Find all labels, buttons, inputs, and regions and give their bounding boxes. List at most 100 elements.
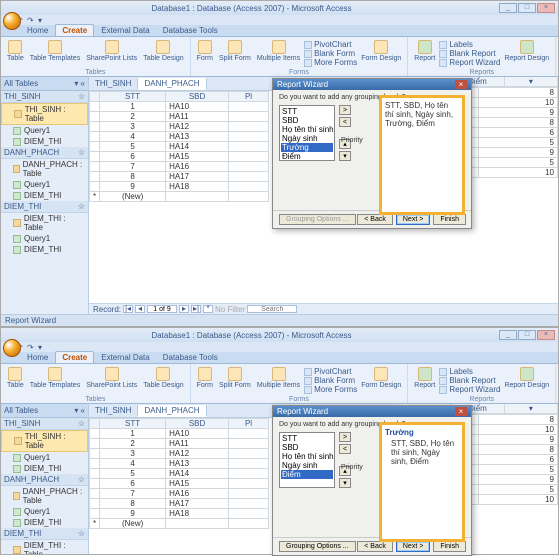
ribbon-blank-report[interactable]: Blank Report xyxy=(439,49,500,58)
nav-first-icon[interactable]: |◂ xyxy=(123,305,133,313)
ribbon-report-design[interactable]: Report Design xyxy=(502,39,551,68)
close-button[interactable]: × xyxy=(537,3,555,13)
ribbon-form-design[interactable]: Form Design xyxy=(359,39,403,68)
ribbon-split-form[interactable]: Split Form xyxy=(217,366,253,395)
ribbon-table[interactable]: Table xyxy=(5,39,26,68)
ribbon-report-wizard[interactable]: Report Wizard xyxy=(439,58,500,67)
ribbon-blank-report[interactable]: Blank Report xyxy=(439,376,500,385)
nav-item[interactable]: DANH_PHACH : Table xyxy=(1,486,88,506)
ribbon-split-form[interactable]: Split Form xyxy=(217,39,253,68)
ribbon-multiple-items[interactable]: Multiple Items xyxy=(255,39,302,68)
object-tab-thi-sinh[interactable]: THI_SINH xyxy=(89,78,138,89)
tab-create[interactable]: Create xyxy=(55,24,94,36)
tab-database-tools[interactable]: Database Tools xyxy=(157,352,224,363)
nav-prev-icon[interactable]: ◂ xyxy=(135,305,145,313)
nav-item-thi-sinh-table[interactable]: THI_SINH : Table xyxy=(1,103,88,125)
nav-item-diem-thi-table[interactable]: DIEM_THI : Table xyxy=(1,213,88,233)
nav-item[interactable]: Query1 xyxy=(1,452,88,463)
tab-create[interactable]: Create xyxy=(55,351,94,363)
qat-redo-icon[interactable]: ↷ xyxy=(27,343,35,351)
ribbon-form[interactable]: Form xyxy=(195,366,215,395)
minimize-button[interactable]: _ xyxy=(499,330,517,340)
nav-header[interactable]: All Tables▾ « xyxy=(1,77,88,91)
ribbon-labels[interactable]: Labels xyxy=(439,367,500,376)
ribbon-table[interactable]: Table xyxy=(5,366,26,395)
tab-external-data[interactable]: External Data xyxy=(95,352,155,363)
ribbon-more-forms[interactable]: More Forms xyxy=(304,385,357,394)
wizard-close-icon[interactable]: × xyxy=(455,407,467,416)
ribbon-report[interactable]: Report xyxy=(412,39,437,68)
wizard-field-list[interactable]: STTSBDHọ tên thí sinhNgày sinhTrườngĐiểm xyxy=(279,105,335,161)
maximize-button[interactable]: □ xyxy=(518,3,536,13)
ribbon-pivotchart[interactable]: PivotChart xyxy=(304,40,357,49)
nav-group-danh-phach[interactable]: DANH_PHACH☆ xyxy=(1,474,88,486)
nav-item-query1-3[interactable]: Query1 xyxy=(1,233,88,244)
chevron-down-icon[interactable]: ▾ « xyxy=(74,79,85,88)
nav-item-query1-2[interactable]: Query1 xyxy=(1,179,88,190)
maximize-button[interactable]: □ xyxy=(518,330,536,340)
ribbon-sharepoint[interactable]: SharePoint Lists xyxy=(84,39,139,68)
record-counter[interactable] xyxy=(147,305,177,313)
wizard-remove-button[interactable]: < xyxy=(339,444,351,454)
grouping-options-button[interactable]: Grouping Options ... xyxy=(279,541,356,552)
tab-database-tools[interactable]: Database Tools xyxy=(157,25,224,36)
ribbon-table-templates[interactable]: Table Templates xyxy=(28,366,82,395)
wizard-add-button[interactable]: > xyxy=(339,432,351,442)
nav-item-query1[interactable]: Query1 xyxy=(1,125,88,136)
nav-item-danh-phach-table[interactable]: DANH_PHACH : Table xyxy=(1,159,88,179)
ribbon-labels[interactable]: Labels xyxy=(439,40,500,49)
wizard-priority-down[interactable]: ▾ xyxy=(339,478,351,488)
close-button[interactable]: × xyxy=(537,330,555,340)
tab-external-data[interactable]: External Data xyxy=(95,25,155,36)
nav-item[interactable]: DIEM_THI : Table xyxy=(1,540,88,554)
ribbon-pivotchart[interactable]: PivotChart xyxy=(304,367,357,376)
wizard-next-button[interactable]: Next > xyxy=(396,214,430,225)
ribbon-table-design[interactable]: Table Design xyxy=(141,366,185,395)
ribbon-form[interactable]: Form xyxy=(195,39,215,68)
tab-home[interactable]: Home xyxy=(21,25,54,36)
wizard-next-button[interactable]: Next > xyxy=(396,541,430,552)
nav-group-thi-sinh[interactable]: THI_SINH☆ xyxy=(1,418,88,430)
wizard-priority-down[interactable]: ▾ xyxy=(339,151,351,161)
wizard-remove-button[interactable]: < xyxy=(339,117,351,127)
nav-new-icon[interactable]: * xyxy=(203,305,213,313)
nav-item-diem-thi-q2[interactable]: DIEM_THI xyxy=(1,190,88,201)
minimize-button[interactable]: _ xyxy=(499,3,517,13)
nav-group-diem-thi[interactable]: DIEM_THI☆ xyxy=(1,528,88,540)
search-input[interactable] xyxy=(247,305,297,313)
object-tab-danh-phach[interactable]: DANH_PHACH xyxy=(138,405,206,417)
ribbon-blank-form[interactable]: Blank Form xyxy=(304,49,357,58)
nav-item[interactable]: THI_SINH : Table xyxy=(1,430,88,452)
qat-redo-icon[interactable]: ↷ xyxy=(27,16,35,24)
nav-item[interactable]: DIEM_THI xyxy=(1,463,88,474)
wizard-finish-button[interactable]: Finish xyxy=(433,541,466,552)
nav-next-icon[interactable]: ▸ xyxy=(179,305,189,313)
nav-group-danh-phach[interactable]: DANH_PHACH☆ xyxy=(1,147,88,159)
qat-more-icon[interactable]: ▾ xyxy=(38,343,46,351)
ribbon-report[interactable]: Report xyxy=(412,366,437,395)
wizard-finish-button[interactable]: Finish xyxy=(433,214,466,225)
ribbon-form-design[interactable]: Form Design xyxy=(359,366,403,395)
ribbon-report-wizard[interactable]: Report Wizard xyxy=(439,385,500,394)
ribbon-report-design[interactable]: Report Design xyxy=(502,366,551,395)
ribbon-table-design[interactable]: Table Design xyxy=(141,39,185,68)
office-orb-button[interactable] xyxy=(3,339,21,357)
ribbon-multiple-items[interactable]: Multiple Items xyxy=(255,366,302,395)
wizard-back-button[interactable]: < Back xyxy=(357,541,393,552)
tab-home[interactable]: Home xyxy=(21,352,54,363)
ribbon-blank-form[interactable]: Blank Form xyxy=(304,376,357,385)
nav-item[interactable]: Query1 xyxy=(1,506,88,517)
nav-item[interactable]: DIEM_THI xyxy=(1,517,88,528)
wizard-close-icon[interactable]: × xyxy=(455,80,467,89)
nav-item-diem-thi-q3[interactable]: DIEM_THI xyxy=(1,244,88,255)
nav-last-icon[interactable]: ▸| xyxy=(191,305,201,313)
object-tab-danh-phach[interactable]: DANH_PHACH xyxy=(138,78,206,90)
wizard-add-button[interactable]: > xyxy=(339,105,351,115)
nav-group-thi-sinh[interactable]: THI_SINH☆ xyxy=(1,91,88,103)
nav-item-diem-thi-q[interactable]: DIEM_THI xyxy=(1,136,88,147)
wizard-field-list[interactable]: STTSBDHọ tên thí sinhNgày sinhĐiểm xyxy=(279,432,335,488)
qat-more-icon[interactable]: ▾ xyxy=(38,16,46,24)
office-orb-button[interactable] xyxy=(3,12,21,30)
nav-header[interactable]: All Tables▾ « xyxy=(1,404,88,418)
ribbon-sharepoint[interactable]: SharePoint Lists xyxy=(84,366,139,395)
